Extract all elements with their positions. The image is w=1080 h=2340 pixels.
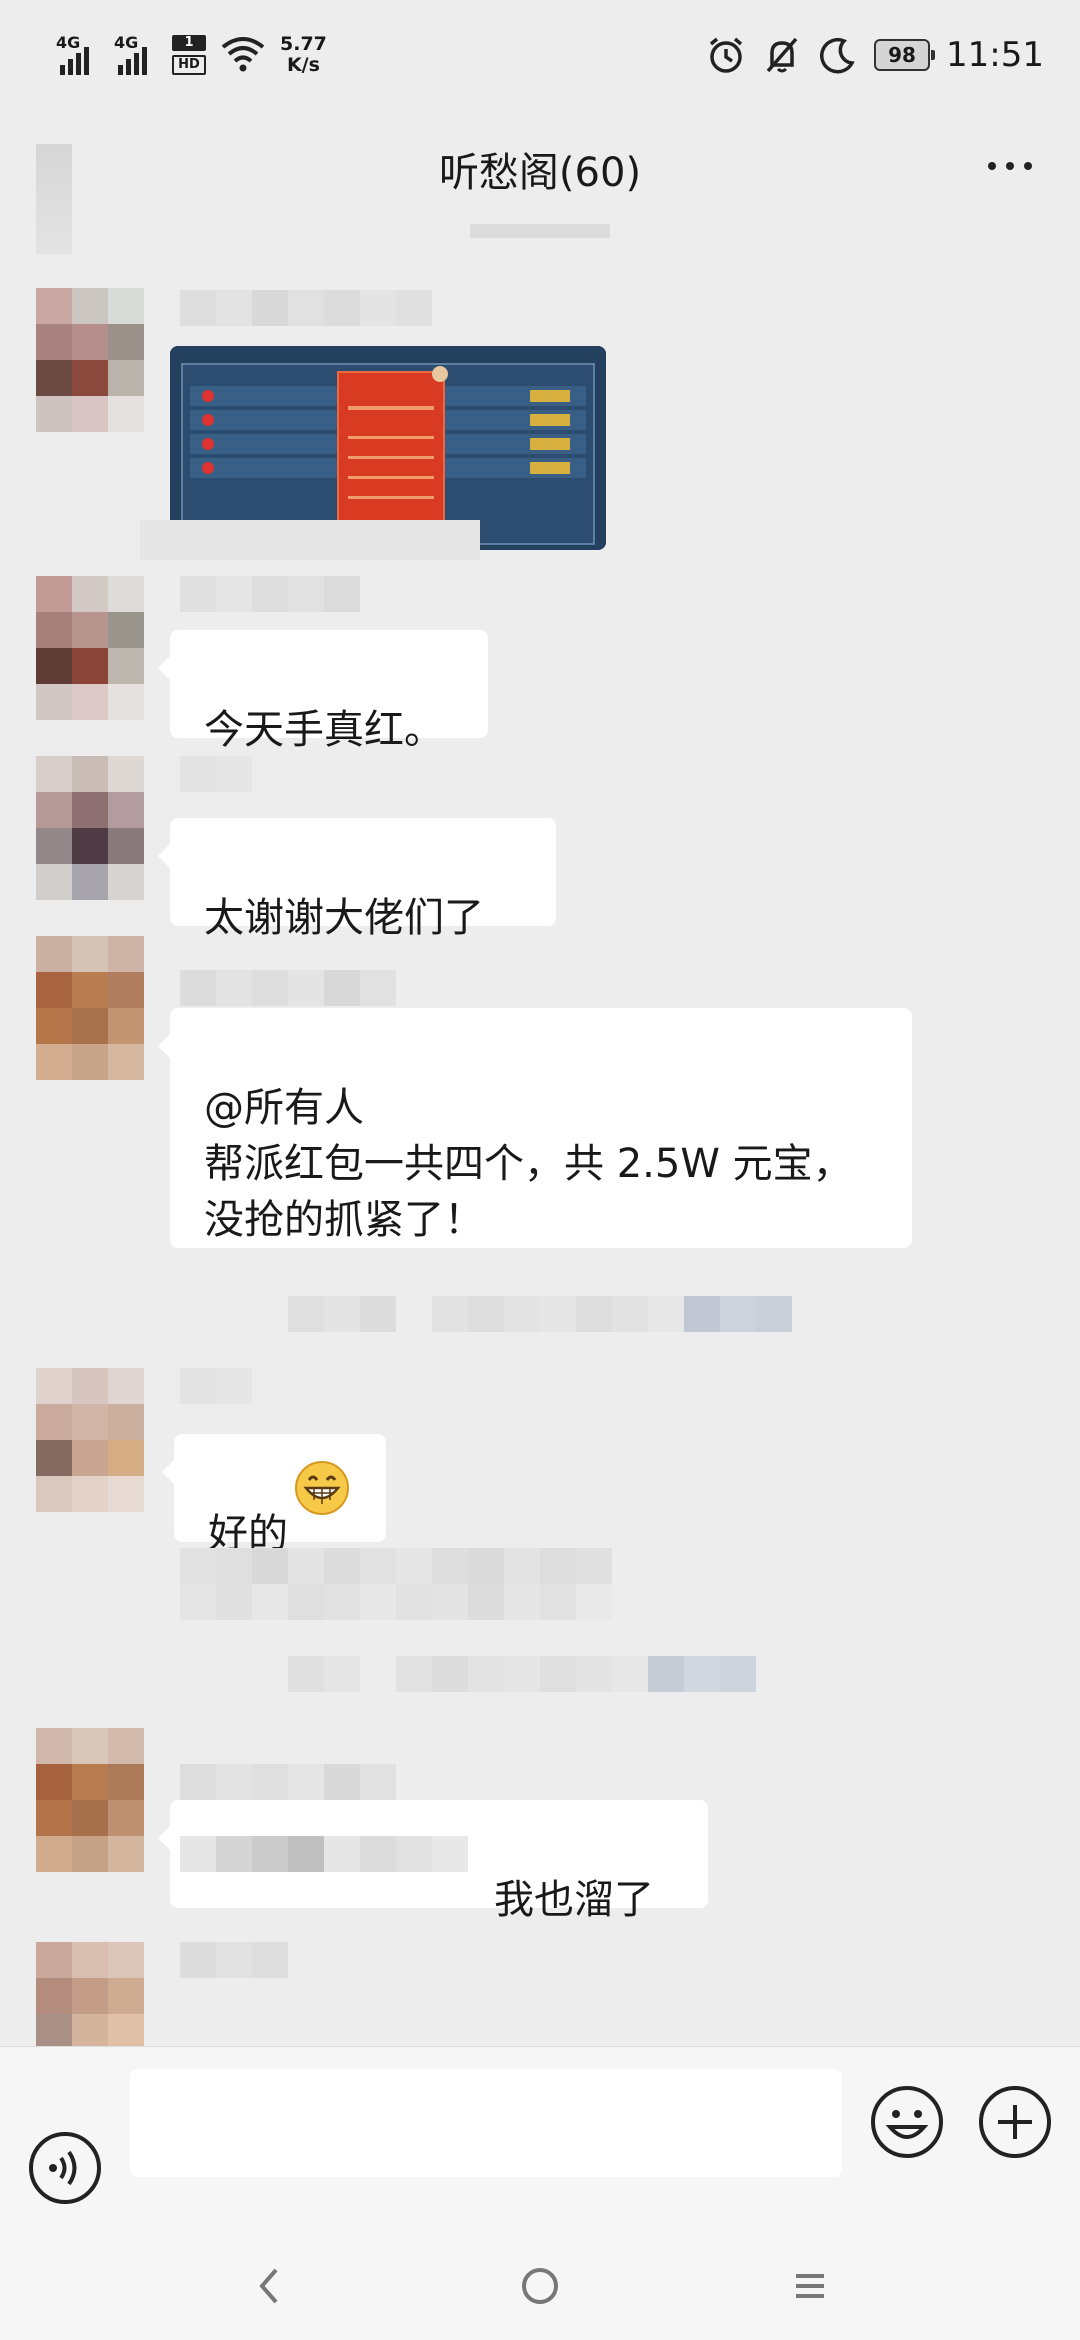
sender-name-obscured: [180, 1942, 288, 1978]
avatar[interactable]: [36, 756, 144, 900]
message-bubble[interactable]: 好的: [162, 1434, 386, 1557]
message-text: @所有人 帮派红包一共四个，共 2.5W 元宝， 没抢的抓紧了！: [204, 1085, 853, 1243]
timestamp-obscured: [470, 220, 610, 240]
status-right: 98 11:51: [706, 30, 1044, 80]
message-bubble[interactable]: 今天手真红。: [158, 630, 488, 753]
avatar[interactable]: [36, 1368, 144, 1512]
status-bar: 4G 4G 1 HD 5.77 K/s 98 11:51: [0, 0, 1080, 110]
message-text: 今天手真红。: [204, 707, 444, 753]
message-text: 我也溜了: [494, 1877, 654, 1923]
back-icon[interactable]: [254, 2266, 284, 2306]
sender-name-obscured: [180, 756, 252, 792]
input-bar: [0, 2046, 1080, 2247]
sender-name-obscured: [180, 576, 360, 612]
signal-bars-icon: [60, 47, 89, 75]
signal-bars-icon: [118, 47, 147, 75]
voice-icon[interactable]: [28, 2131, 102, 2205]
status-time: 11:51: [946, 35, 1044, 75]
sender-name-obscured: [180, 290, 432, 326]
chat-title: 听愁阁(60): [438, 150, 642, 196]
message-bubble-announcement[interactable]: @所有人 帮派红包一共四个，共 2.5W 元宝， 没抢的抓紧了！: [158, 1008, 912, 1248]
alarm-icon: [709, 37, 743, 73]
more-options-button[interactable]: [988, 162, 1032, 170]
blur-overlay: [180, 1584, 612, 1620]
blur-overlay: [180, 1548, 612, 1584]
blur-overlay: [180, 1836, 468, 1872]
battery-icon: 98: [874, 39, 936, 71]
emoji-icon[interactable]: [870, 2085, 944, 2159]
menu-icon[interactable]: [790, 2266, 830, 2306]
avatar[interactable]: [36, 936, 144, 1080]
hd-sim-number: 1: [172, 35, 206, 51]
grinning-emoji-icon: [295, 1461, 349, 1515]
signal-2: 4G: [114, 33, 158, 77]
avatar[interactable]: [36, 288, 144, 432]
home-icon[interactable]: [520, 2266, 560, 2306]
hd-voice-icon: 1 HD: [172, 35, 206, 75]
signal-1: 4G: [56, 33, 100, 77]
plus-icon[interactable]: [978, 2085, 1052, 2159]
hd-label: HD: [172, 55, 206, 75]
avatar[interactable]: [36, 1728, 144, 1872]
message-text: 太谢谢大佬们了: [204, 895, 484, 941]
sender-name-obscured: [180, 1368, 252, 1404]
system-navigation-bar: [0, 2246, 1080, 2340]
do-not-disturb-moon-icon: [820, 37, 855, 74]
sender-name-obscured: [180, 970, 396, 1006]
speed-unit: K/s: [286, 54, 320, 76]
avatar[interactable]: [36, 576, 144, 720]
blur-overlay: [140, 520, 480, 560]
sender-name-obscured: [180, 1764, 396, 1800]
status-left: 4G 4G 1 HD 5.77 K/s: [56, 30, 327, 80]
message-input[interactable]: [130, 2069, 842, 2177]
system-message-obscured: [288, 1296, 792, 1332]
notifications-off-icon: [766, 37, 798, 73]
network-speed: 5.77 K/s: [280, 34, 327, 76]
system-message-obscured: [288, 1656, 756, 1692]
speed-value: 5.77: [280, 33, 327, 55]
wifi-icon: [221, 37, 265, 72]
message-bubble[interactable]: 太谢谢大佬们了: [158, 818, 556, 941]
